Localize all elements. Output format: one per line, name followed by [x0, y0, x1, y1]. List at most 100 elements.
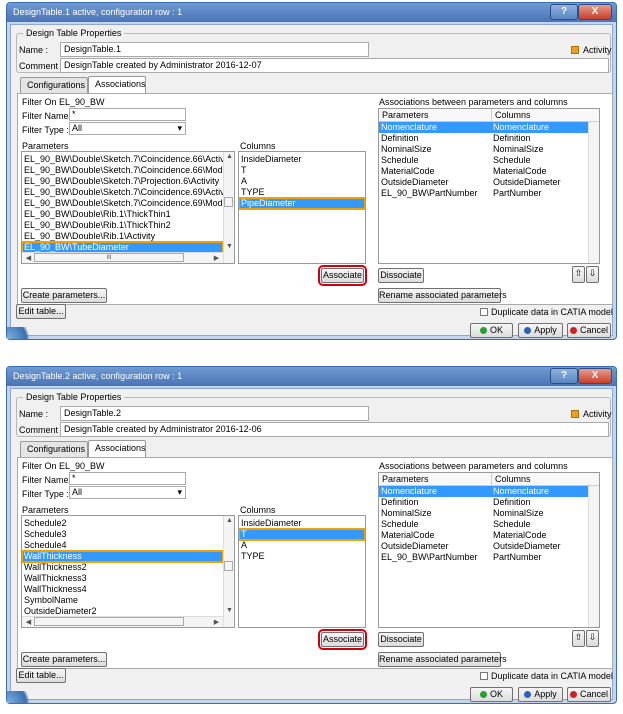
- cancel-button[interactable]: Cancel: [567, 687, 611, 702]
- parameter-item[interactable]: EL_90_BW\Double\Rib.1\Activity: [22, 231, 223, 242]
- association-row[interactable]: Nomenclature Nomenclature: [379, 486, 599, 497]
- association-row[interactable]: Schedule Schedule: [379, 155, 599, 166]
- parameters-list[interactable]: Schedule2 Schedule3 Schedule4 WallThickness…: [21, 515, 235, 628]
- column-item[interactable]: A: [239, 540, 365, 551]
- associate-button[interactable]: Associate: [318, 265, 367, 286]
- association-row[interactable]: MaterialCode MaterialCode: [379, 530, 599, 541]
- edit-table-button[interactable]: Edit table...: [16, 668, 66, 683]
- parameters-vscroll[interactable]: ▲ ▼: [223, 516, 234, 627]
- hscroll-thumb[interactable]: [34, 617, 184, 626]
- scroll-left-icon[interactable]: ◀: [23, 254, 34, 262]
- edit-table-button[interactable]: Edit table...: [16, 304, 66, 319]
- scroll-up-icon[interactable]: ▲: [224, 153, 234, 160]
- associations-table[interactable]: Parameters Columns Nomenclature Nomenclat…: [378, 472, 600, 628]
- association-row[interactable]: EL_90_BW\PartNumber PartNumber: [379, 188, 599, 199]
- apply-button[interactable]: Apply: [518, 687, 563, 702]
- parameter-item[interactable]: WallThickness2: [22, 562, 223, 573]
- scroll-down-icon[interactable]: ▼: [224, 243, 234, 250]
- columns-list[interactable]: InsideDiameter T A TYPE PipeDiameter: [238, 151, 366, 264]
- parameter-item[interactable]: EL_90_BW\Double\Rib.1\ThickThin2: [22, 220, 223, 231]
- activity-checkbox-icon[interactable]: [571, 410, 579, 418]
- parameters-hscroll[interactable]: ◀ ▶: [22, 616, 223, 627]
- column-item[interactable]: InsideDiameter: [239, 154, 365, 165]
- scroll-thumb[interactable]: [224, 561, 233, 571]
- parameter-item[interactable]: WallThickness4: [22, 584, 223, 595]
- filter-type-select[interactable]: All ▾: [69, 122, 186, 135]
- associations-table[interactable]: Parameters Columns Nomenclature Nomenclat…: [378, 108, 600, 264]
- associations-vscroll[interactable]: [588, 486, 599, 627]
- parameter-item[interactable]: Schedule3: [22, 529, 223, 540]
- parameter-item-selected[interactable]: WallThickness: [22, 550, 224, 563]
- ok-button[interactable]: OK: [470, 323, 513, 338]
- parameter-item[interactable]: EL_90_BW\Double\Sketch.7\Coincidence.66\…: [22, 154, 234, 165]
- column-item[interactable]: TYPE: [239, 187, 365, 198]
- column-item[interactable]: A: [239, 176, 365, 187]
- dissociate-button[interactable]: Dissociate: [378, 268, 424, 283]
- parameter-item[interactable]: SymbolName: [22, 595, 223, 606]
- column-item-selected[interactable]: PipeDiameter: [239, 197, 365, 210]
- cancel-button[interactable]: Cancel: [567, 323, 611, 338]
- scroll-thumb[interactable]: [224, 197, 233, 207]
- dissociate-button[interactable]: Dissociate: [378, 632, 424, 647]
- tab-configurations[interactable]: Configurations: [20, 77, 88, 93]
- help-button[interactable]: ?: [550, 4, 578, 20]
- association-row[interactable]: Schedule Schedule: [379, 519, 599, 530]
- move-down-icon[interactable]: ⇩: [586, 266, 599, 283]
- tab-associations[interactable]: Associations: [88, 76, 146, 93]
- associations-vscroll[interactable]: [588, 122, 599, 263]
- association-row[interactable]: NominalSize NominalSize: [379, 508, 599, 519]
- title-bar[interactable]: DesignTable.2 active, configuration row …: [7, 367, 616, 386]
- association-row[interactable]: Nomenclature Nomenclature: [379, 122, 599, 133]
- activity-checkbox-icon[interactable]: [571, 46, 579, 54]
- associate-button[interactable]: Associate: [318, 629, 367, 650]
- column-item[interactable]: T: [239, 165, 365, 176]
- association-row[interactable]: EL_90_BW\PartNumber PartNumber: [379, 552, 599, 563]
- comment-field[interactable]: DesignTable created by Administrator 201…: [60, 58, 609, 73]
- column-item-selected[interactable]: T: [239, 528, 365, 541]
- tab-configurations[interactable]: Configurations: [20, 441, 88, 457]
- create-parameters-button[interactable]: Create parameters...: [21, 288, 107, 303]
- columns-list[interactable]: InsideDiameter T A TYPE: [238, 515, 366, 628]
- scroll-down-icon[interactable]: ▼: [224, 607, 234, 614]
- comment-field[interactable]: DesignTable created by Administrator 201…: [60, 422, 609, 437]
- column-item[interactable]: TYPE: [239, 551, 365, 562]
- parameters-hscroll[interactable]: ◀ III ▶: [22, 252, 223, 263]
- title-bar[interactable]: DesignTable.1 active, configuration row …: [7, 3, 616, 22]
- name-field[interactable]: DesignTable.2: [60, 406, 369, 421]
- association-row[interactable]: MaterialCode MaterialCode: [379, 166, 599, 177]
- create-parameters-button[interactable]: Create parameters...: [21, 652, 107, 667]
- column-item[interactable]: InsideDiameter: [239, 518, 365, 529]
- scroll-left-icon[interactable]: ◀: [23, 618, 34, 626]
- association-row[interactable]: NominalSize NominalSize: [379, 144, 599, 155]
- parameter-item[interactable]: EL_90_BW\Double\Sketch.7\Coincidence.69\…: [22, 198, 228, 209]
- close-button[interactable]: X: [578, 4, 612, 20]
- scroll-right-icon[interactable]: ▶: [211, 254, 222, 262]
- tab-associations[interactable]: Associations: [88, 440, 146, 457]
- parameter-item[interactable]: Schedule2: [22, 518, 223, 529]
- apply-button[interactable]: Apply: [518, 323, 563, 338]
- move-up-icon[interactable]: ⇧: [572, 630, 585, 647]
- parameter-item[interactable]: EL_90_BW\Double\Sketch.7\Coincidence.69\…: [22, 187, 234, 198]
- parameters-list[interactable]: EL_90_BW\Double\Sketch.7\Coincidence.66\…: [21, 151, 235, 264]
- parameters-vscroll[interactable]: ▲ ▼: [223, 152, 234, 263]
- rename-parameters-button[interactable]: Rename associated parameters: [378, 288, 507, 303]
- move-down-icon[interactable]: ⇩: [586, 630, 599, 647]
- filter-type-select[interactable]: All ▾: [69, 486, 186, 499]
- help-button[interactable]: ?: [550, 368, 578, 384]
- parameter-item[interactable]: EL_90_BW\Double\Rib.1\ThickThin1: [22, 209, 223, 220]
- hscroll-thumb[interactable]: III: [34, 253, 184, 262]
- association-row[interactable]: Definition Definition: [379, 497, 599, 508]
- filter-name-input[interactable]: *: [69, 472, 186, 485]
- parameter-item[interactable]: Schedule4: [22, 540, 223, 551]
- ok-button[interactable]: OK: [470, 687, 513, 702]
- filter-name-input[interactable]: *: [69, 108, 186, 121]
- association-row[interactable]: Definition Definition: [379, 133, 599, 144]
- parameter-item[interactable]: EL_90_BW\Double\Sketch.7\Projection.6\Ac…: [22, 176, 223, 187]
- duplicate-checkbox[interactable]: [480, 308, 488, 316]
- association-row[interactable]: OutsideDiameter OutsideDiameter: [379, 177, 599, 188]
- name-field[interactable]: DesignTable.1: [60, 42, 369, 57]
- move-up-icon[interactable]: ⇧: [572, 266, 585, 283]
- close-button[interactable]: X: [578, 368, 612, 384]
- parameter-item[interactable]: WallThickness3: [22, 573, 223, 584]
- association-row[interactable]: OutsideDiameter OutsideDiameter: [379, 541, 599, 552]
